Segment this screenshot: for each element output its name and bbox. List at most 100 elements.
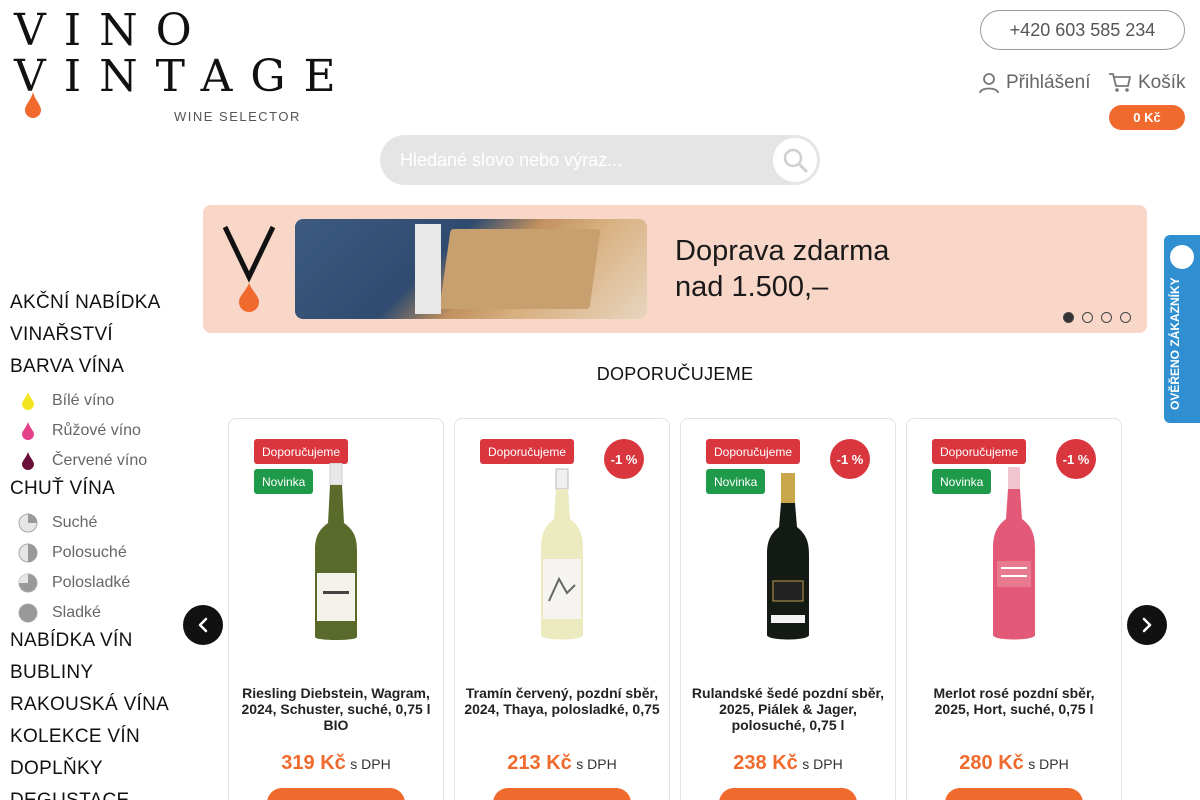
product-name[interactable]: Merlot rosé pozdní sběr, 2025, Hort, suc… xyxy=(915,685,1113,717)
nav-barva-vina[interactable]: BARVA VÍNA xyxy=(10,354,195,386)
banner-dot-3[interactable] xyxy=(1101,312,1112,323)
product-name[interactable]: Tramín červený, pozdní sběr, 2024, Thaya… xyxy=(463,685,661,717)
price-vat: s DPH xyxy=(802,756,843,772)
product-card[interactable]: Doporučujeme Novinka -1 % Rulandské šedé… xyxy=(680,418,896,800)
logo-line-2: VINTAGE xyxy=(14,51,354,102)
discount-badge: -1 % xyxy=(1056,439,1096,479)
cart-icon xyxy=(1109,73,1131,92)
product-image[interactable] xyxy=(537,463,587,643)
search-input[interactable] xyxy=(380,135,770,185)
nav-ruzove-vino-label: Růžové víno xyxy=(52,422,141,439)
carousel-next-button[interactable] xyxy=(1127,605,1167,645)
price-amount: 213 Kč xyxy=(507,752,572,774)
badge-new: Novinka xyxy=(254,469,314,494)
nav-polosuche[interactable]: Polosuché xyxy=(10,538,195,568)
chevron-right-icon xyxy=(1142,617,1152,633)
verified-by-customers-badge[interactable]: OVĚŘENO ZÁKAZNÍKY xyxy=(1164,235,1200,423)
cart-total-badge[interactable]: 0 Kč xyxy=(1109,105,1185,130)
search-button[interactable] xyxy=(773,138,817,182)
cart-link[interactable]: Košík xyxy=(1108,72,1186,94)
vino-vintage-v-logo xyxy=(223,225,275,312)
nav-chut-vina[interactable]: CHUŤ VÍNA xyxy=(10,476,195,508)
nav-doplnky[interactable]: DOPLŇKY xyxy=(10,756,195,788)
nav-bubliny[interactable]: BUBLINY xyxy=(10,660,195,692)
nav-degustace[interactable]: DEGUSTACE xyxy=(10,788,195,800)
nav-nabidka-vin[interactable]: NABÍDKA VÍN xyxy=(10,628,195,660)
medium-sweet-three-quarter-icon xyxy=(18,573,38,593)
wine-drop-icon xyxy=(25,92,41,118)
product-image[interactable] xyxy=(311,463,361,643)
banner-line-1: Doprava zdarma xyxy=(675,235,890,267)
product-image[interactable] xyxy=(989,463,1039,643)
price-amount: 280 Kč xyxy=(959,752,1024,774)
nav-kolekce-vin[interactable]: KOLEKCE VÍN xyxy=(10,724,195,756)
banner-dot-2[interactable] xyxy=(1082,312,1093,323)
price-amount: 238 Kč xyxy=(733,752,798,774)
badge-recommended: Doporučujeme xyxy=(480,439,575,464)
nav-ruzove-vino[interactable]: Růžové víno xyxy=(10,416,195,446)
medium-dry-half-icon xyxy=(18,543,38,563)
nav-vinarstvi[interactable]: VINAŘSTVÍ xyxy=(10,322,195,354)
banner-dot-4[interactable] xyxy=(1120,312,1131,323)
sweet-full-icon xyxy=(18,603,38,623)
product-image[interactable] xyxy=(763,463,813,643)
site-logo[interactable]: VINO VINTAGE WINE SELECTOR xyxy=(14,5,336,128)
product-name[interactable]: Rulandské šedé pozdní sběr, 2025, Piálek… xyxy=(689,685,887,733)
discount-badge: -1 % xyxy=(830,439,870,479)
nav-cervene-vino-label: Červené víno xyxy=(52,452,148,469)
banner-line-2: nad 1.500,– xyxy=(675,271,829,303)
dry-quarter-icon xyxy=(18,513,38,533)
product-name[interactable]: Riesling Diebstein, Wagram, 2024, Schust… xyxy=(237,685,435,733)
add-to-cart-button[interactable] xyxy=(267,788,405,800)
badge-recommended: Doporučujeme xyxy=(932,439,1027,464)
product-card[interactable]: Doporučujeme Novinka Riesling Diebstein,… xyxy=(228,418,444,800)
product-price: 319 Kč s DPH xyxy=(229,752,443,775)
carousel-prev-button[interactable] xyxy=(183,605,223,645)
banner-dot-1[interactable] xyxy=(1063,312,1074,323)
parcel-box xyxy=(439,229,601,309)
parcel-tape xyxy=(415,224,441,314)
chevron-left-icon xyxy=(198,617,208,633)
login-link[interactable]: Přihlášení xyxy=(978,72,1091,94)
promo-banner[interactable]: Doprava zdarma nad 1.500,– xyxy=(203,205,1147,333)
banner-delivery-photo xyxy=(295,219,647,319)
nav-sladke[interactable]: Sladké xyxy=(10,598,195,628)
red-wine-drop-icon xyxy=(18,451,38,471)
product-price: 213 Kč s DPH xyxy=(455,752,669,775)
nav-suche-label: Suché xyxy=(52,514,98,531)
add-to-cart-button[interactable] xyxy=(719,788,857,800)
login-label: Přihlášení xyxy=(1006,72,1091,93)
nav-bile-vino-label: Bílé víno xyxy=(52,392,115,409)
category-sidebar: AKČNÍ NABÍDKA VINAŘSTVÍ BARVA VÍNA Bílé … xyxy=(10,290,195,800)
logo-line-1: VINO xyxy=(14,5,210,56)
verified-badge-text: OVĚŘENO ZÁKAZNÍKY xyxy=(1168,277,1182,410)
add-to-cart-button[interactable] xyxy=(945,788,1083,800)
badge-new: Novinka xyxy=(706,469,766,494)
badge-new: Novinka xyxy=(932,469,992,494)
nav-bile-vino[interactable]: Bílé víno xyxy=(10,386,195,416)
nav-rakouska-vina[interactable]: RAKOUSKÁ VÍNA xyxy=(10,692,195,724)
rose-wine-drop-icon xyxy=(18,421,38,441)
phone-button[interactable]: +420 603 585 234 xyxy=(980,10,1185,50)
logo-tagline: WINE SELECTOR xyxy=(174,109,301,124)
product-price: 280 Kč s DPH xyxy=(907,752,1121,775)
section-title: DOPORUČUJEME xyxy=(596,364,754,384)
nav-polosuche-label: Polosuché xyxy=(52,544,127,561)
price-vat: s DPH xyxy=(576,756,617,772)
badge-recommended: Doporučujeme xyxy=(254,439,349,464)
product-card[interactable]: Doporučujeme Novinka -1 % Merlot rosé po… xyxy=(906,418,1122,800)
add-to-cart-button[interactable] xyxy=(493,788,631,800)
search-bar xyxy=(380,135,820,185)
search-icon xyxy=(783,148,808,173)
product-price: 238 Kč s DPH xyxy=(681,752,895,775)
nav-polosladke-label: Polosladké xyxy=(52,574,131,591)
cart-label: Košík xyxy=(1138,72,1186,93)
nav-cervene-vino[interactable]: Červené víno xyxy=(10,446,195,476)
product-card[interactable]: Doporučujeme -1 % Tramín červený, pozdní… xyxy=(454,418,670,800)
price-amount: 319 Kč xyxy=(281,752,346,774)
price-vat: s DPH xyxy=(1028,756,1069,772)
discount-badge: -1 % xyxy=(604,439,644,479)
nav-polosladke[interactable]: Polosladké xyxy=(10,568,195,598)
nav-akcni-nabidka[interactable]: AKČNÍ NABÍDKA xyxy=(10,290,195,322)
nav-suche[interactable]: Suché xyxy=(10,508,195,538)
